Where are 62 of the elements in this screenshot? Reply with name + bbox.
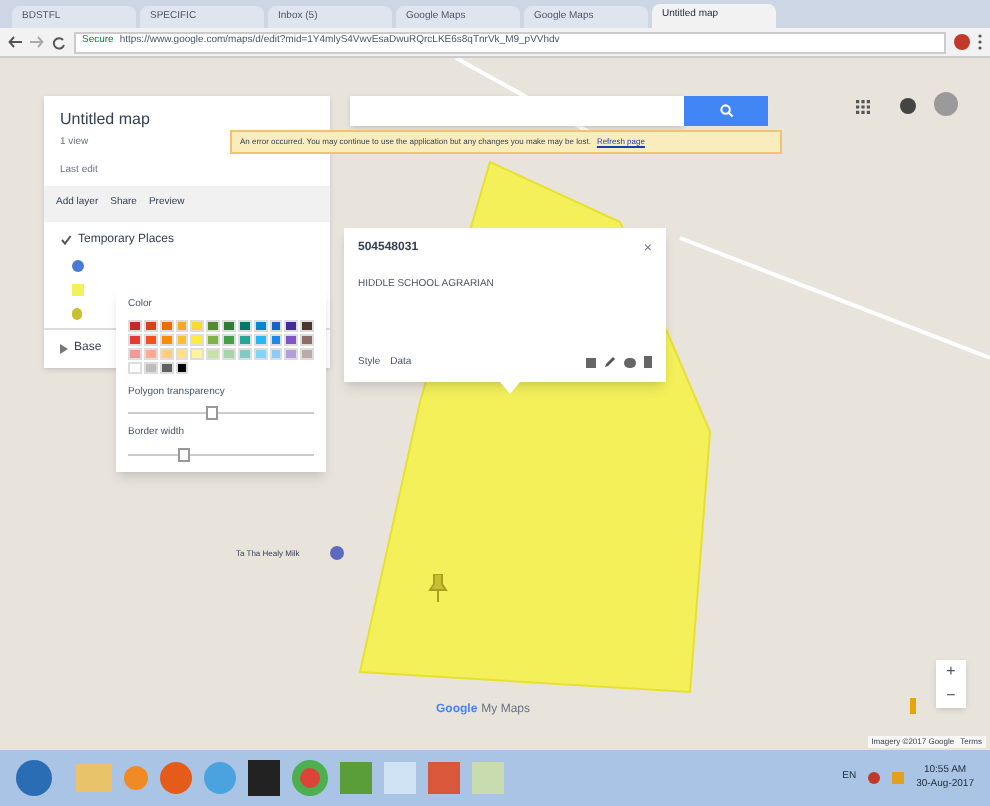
color-swatch[interactable]	[128, 361, 142, 373]
notifications-icon[interactable]	[900, 98, 916, 114]
slider-thumb[interactable]	[177, 447, 190, 461]
search-field[interactable]	[350, 96, 684, 126]
color-swatch[interactable]	[143, 319, 158, 331]
expand-icon[interactable]	[60, 343, 68, 353]
color-swatch[interactable]	[128, 319, 142, 331]
color-swatch[interactable]	[269, 333, 283, 345]
back-icon[interactable]	[8, 36, 22, 48]
color-swatch[interactable]	[190, 319, 205, 331]
map-title[interactable]: Untitled map	[60, 108, 314, 132]
color-swatch[interactable]	[222, 347, 236, 359]
color-swatch[interactable]	[222, 319, 236, 331]
zoom-out-button[interactable]: −	[946, 684, 956, 708]
color-swatch[interactable]	[237, 347, 252, 359]
color-swatch[interactable]	[159, 333, 173, 345]
color-swatch[interactable]	[237, 319, 252, 331]
search-button[interactable]	[684, 96, 768, 126]
color-swatch[interactable]	[300, 333, 314, 345]
pencil-icon[interactable]	[604, 356, 616, 369]
color-swatch[interactable]	[206, 319, 220, 331]
color-swatch[interactable]	[190, 333, 205, 345]
extension-icon[interactable]	[954, 34, 970, 50]
color-swatch[interactable]	[190, 347, 205, 359]
color-swatch[interactable]	[159, 319, 173, 331]
color-swatch[interactable]	[159, 361, 173, 373]
color-swatch[interactable]	[143, 361, 158, 373]
color-swatch[interactable]	[175, 347, 189, 359]
color-swatch[interactable]	[253, 319, 267, 331]
color-swatch[interactable]	[253, 333, 267, 345]
search-icon	[719, 104, 733, 118]
color-swatch[interactable]	[159, 347, 173, 359]
place-marker-icon	[330, 546, 344, 560]
color-swatch[interactable]	[206, 333, 220, 345]
color-swatch[interactable]	[237, 333, 252, 345]
start-button[interactable]	[16, 760, 52, 796]
color-swatch[interactable]	[222, 333, 236, 345]
color-swatch[interactable]	[300, 319, 314, 331]
color-swatch[interactable]	[300, 347, 314, 359]
zoom-in-button[interactable]: +	[946, 660, 956, 684]
color-swatch[interactable]	[253, 347, 267, 359]
color-swatch[interactable]	[175, 361, 189, 373]
apps-icon[interactable]	[856, 100, 870, 114]
pushpin-icon	[428, 574, 448, 602]
color-swatch[interactable]	[175, 333, 189, 345]
color-swatch[interactable]	[128, 333, 142, 345]
reload-icon[interactable]	[52, 35, 66, 49]
color-swatch[interactable]	[284, 333, 299, 345]
color-swatch[interactable]	[284, 347, 299, 359]
slider-thumb[interactable]	[205, 406, 218, 420]
color-swatch[interactable]	[284, 319, 299, 331]
layer-checkbox[interactable]	[60, 234, 72, 246]
forward-icon[interactable]	[30, 36, 44, 48]
color-swatch[interactable]	[143, 347, 158, 359]
color-swatch[interactable]	[128, 347, 142, 359]
color-swatch[interactable]	[269, 319, 283, 331]
polygon-swatch-icon	[72, 283, 84, 295]
avatar[interactable]	[934, 92, 958, 116]
color-swatch[interactable]	[175, 319, 189, 331]
color-swatch[interactable]	[206, 347, 220, 359]
color-swatch[interactable]	[143, 333, 158, 345]
color-swatch[interactable]	[269, 347, 283, 359]
